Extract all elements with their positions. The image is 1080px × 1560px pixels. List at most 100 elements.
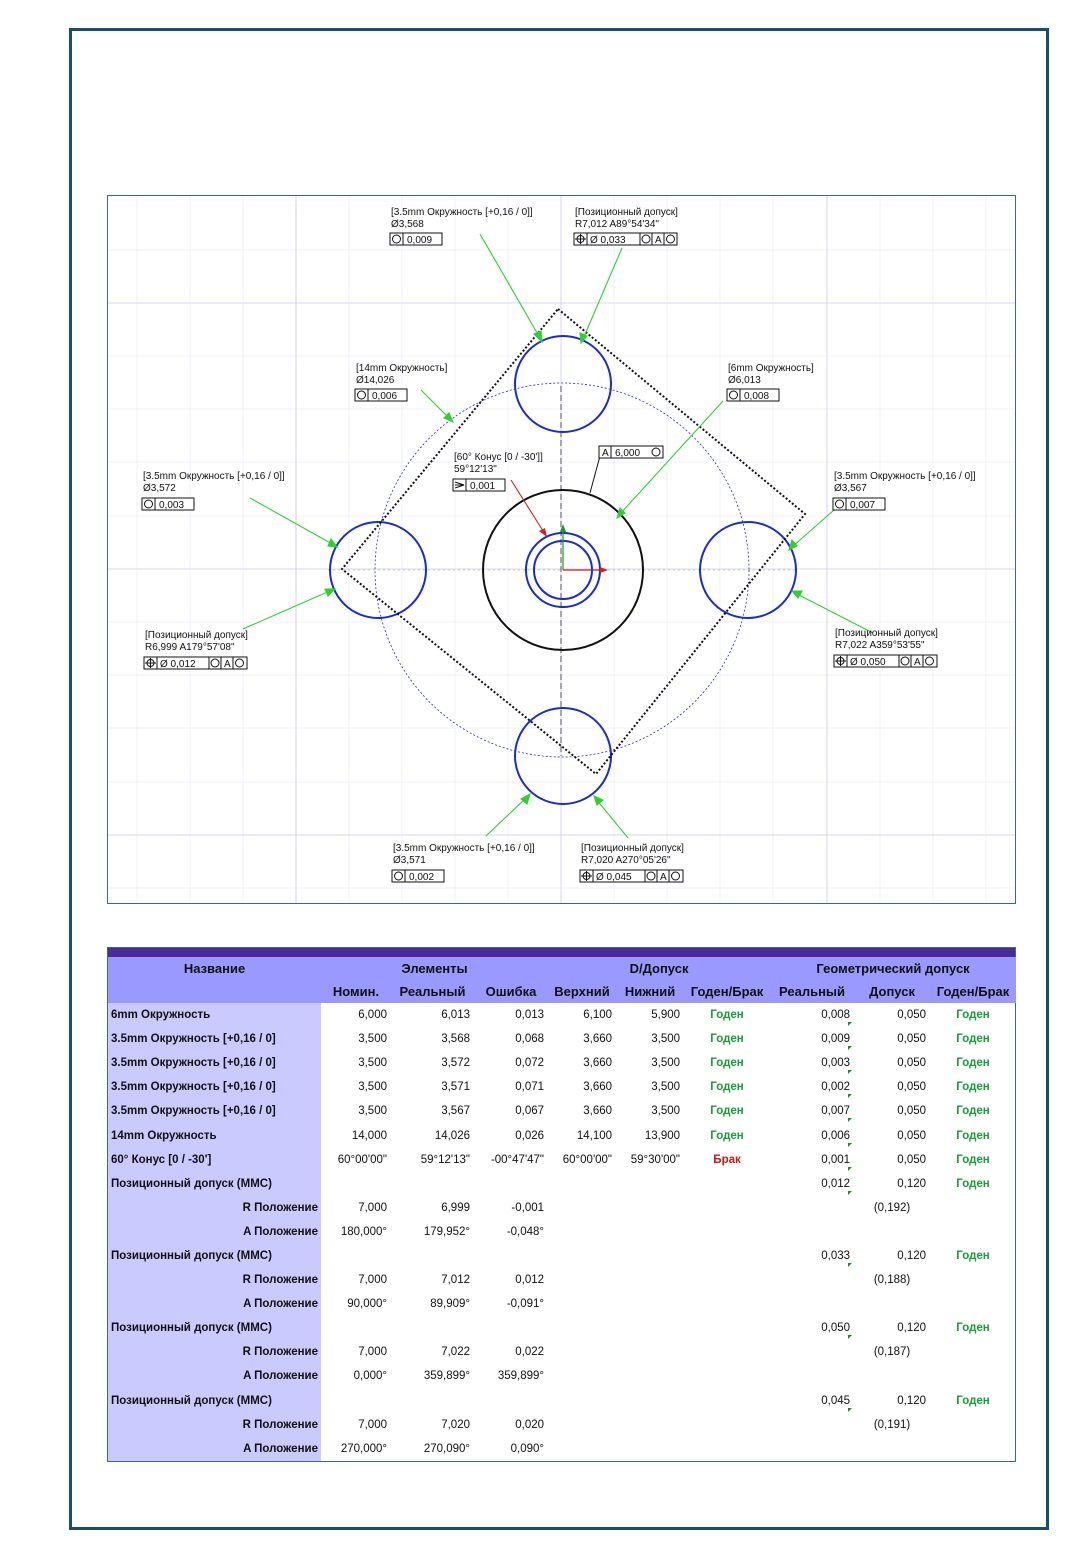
cell-nom: 3,500 xyxy=(358,1081,387,1094)
cell-nom xyxy=(321,1389,391,1413)
cell-up xyxy=(548,1292,616,1316)
fcf-c14: 0,006 xyxy=(354,388,408,402)
row-name: 3.5mm Окружность [+0,16 / 0] xyxy=(108,1099,321,1124)
cell-gst xyxy=(930,1340,1016,1364)
cell-low xyxy=(616,1196,684,1220)
cell-up xyxy=(548,1389,616,1413)
inspection-drawing: [3.5mm Окружность [+0,16 / 0]] Ø3,568 0,… xyxy=(107,195,1016,904)
annot-right-circle-title: [3.5mm Окружность [+0,16 / 0]] xyxy=(834,471,976,482)
fcf-right-circle: 0,007 xyxy=(832,497,886,511)
row-name: 60° Конус [0 / -30'] xyxy=(108,1147,321,1172)
fcf-top-circle: 0,009 xyxy=(389,232,443,246)
cell-gtol: 0,050 xyxy=(897,1153,927,1166)
row-name: 3.5mm Окружность [+0,16 / 0] xyxy=(108,1075,321,1100)
row-name: A Положение xyxy=(108,1364,321,1389)
cell-st xyxy=(684,1340,770,1364)
cell-up: 60°00'00" xyxy=(562,1153,613,1166)
cell-gst: Годен xyxy=(956,1129,990,1142)
fcf-right-pos: Ø 0,050 A xyxy=(833,654,938,668)
cell-st xyxy=(684,1364,770,1388)
cell-gtol xyxy=(854,1220,930,1244)
fcf-c6-value: 0,008 xyxy=(744,391,769,402)
cell-gtol xyxy=(854,1364,930,1388)
cell-real: 7,012 xyxy=(441,1274,470,1287)
annot-cone-value: 59°12'13" xyxy=(454,464,497,475)
cell-real: 3,571 xyxy=(441,1081,470,1094)
fcf-right-circle-value: 0,007 xyxy=(850,500,875,511)
cell-real: 270,090° xyxy=(423,1442,470,1455)
cell-gtol: (0,191) xyxy=(873,1418,911,1431)
cell-nom: 14,000 xyxy=(351,1129,387,1142)
cell-nom: 6,000 xyxy=(358,1009,387,1022)
cell-err: -0,001 xyxy=(511,1201,545,1214)
cell-low xyxy=(616,1364,684,1388)
cell-greal xyxy=(770,1196,854,1220)
fcf-c6: 0,008 xyxy=(726,388,780,402)
row-name: A Положение xyxy=(108,1292,321,1317)
annot-bottom-pos-value: R7,020 A270°05'26" xyxy=(581,855,671,866)
col-geo-tolerance: Допуск xyxy=(854,980,931,1003)
cell-real xyxy=(391,1389,474,1413)
cell-low: 59°30'00" xyxy=(630,1153,681,1166)
cell-greal: 0,009 xyxy=(770,1027,854,1051)
row-name: R Положение xyxy=(108,1195,321,1220)
drawing-canvas: [3.5mm Окружность [+0,16 / 0]] Ø3,568 0,… xyxy=(108,196,1015,903)
table-row: R Положение 7,000 7,020 0,020 (0,191) xyxy=(108,1412,1016,1437)
cell-greal: 0,007 xyxy=(770,1099,854,1123)
cell-err: 0,026 xyxy=(515,1129,545,1142)
cell-greal xyxy=(770,1292,854,1316)
cell-low xyxy=(616,1172,684,1196)
cell-low: 3,500 xyxy=(651,1057,681,1070)
cell-nom: 7,000 xyxy=(358,1346,387,1359)
report-table: Название Элементы D/Допуск Геометрически… xyxy=(108,957,1017,1461)
header-geometric-tolerance: Геометрический допуск xyxy=(770,957,1017,980)
cell-nom: 60°00'00" xyxy=(337,1153,387,1166)
cell-gtol: 0,120 xyxy=(897,1177,927,1190)
cell-low xyxy=(616,1244,684,1268)
header-d-tolerance: D/Допуск xyxy=(548,957,771,980)
cell-up xyxy=(548,1196,616,1220)
col-error: Ошибка xyxy=(474,980,549,1003)
cell-st xyxy=(684,1244,770,1268)
cell-err xyxy=(474,1172,548,1196)
cell-gst xyxy=(930,1196,1016,1220)
cell-up: 3,660 xyxy=(583,1105,613,1118)
cell-st: Годен xyxy=(710,1081,744,1094)
row-name: Позиционный допуск (MMC) xyxy=(108,1316,321,1341)
cell-st xyxy=(684,1437,770,1461)
table-row: A Положение 90,000° 89,909° -0,091° xyxy=(108,1292,1016,1317)
cell-st xyxy=(684,1316,770,1340)
col-geo-actual: Реальный xyxy=(770,980,855,1003)
cell-up xyxy=(548,1340,616,1364)
row-name: 6mm Окружность xyxy=(108,1003,321,1028)
cell-st: Годен xyxy=(710,1129,744,1142)
cell-gst: Годен xyxy=(956,1033,990,1046)
cell-greal xyxy=(770,1268,854,1292)
cell-gtol: 0,050 xyxy=(897,1105,927,1118)
cell-err: 0,072 xyxy=(515,1057,545,1070)
cell-up: 14,100 xyxy=(576,1129,613,1142)
cell-greal: 0,008 xyxy=(770,1003,854,1027)
cell-real: 7,020 xyxy=(441,1418,470,1431)
annot-left-pos-value: R6,999 A179°57'08" xyxy=(145,642,235,653)
table-row: 3.5mm Окружность [+0,16 / 0] 3,500 3,571 0,… xyxy=(108,1075,1016,1100)
fcf-bottom-pos-ref: A xyxy=(660,872,667,883)
table-row: A Положение 0,000° 359,899° 359,899° xyxy=(108,1364,1016,1389)
cell-gst: Годен xyxy=(956,1394,990,1407)
cell-real xyxy=(391,1244,474,1268)
cell-low: 3,500 xyxy=(651,1033,681,1046)
datum-letter: A xyxy=(602,448,609,459)
cell-low xyxy=(616,1268,684,1292)
cell-gst: Годен xyxy=(956,1153,990,1166)
annot-right-pos-title: [Позиционный допуск] xyxy=(835,628,938,639)
fcf-right-pos-ref: A xyxy=(914,657,921,668)
annot-bottom-pos-title: [Позиционный допуск] xyxy=(581,843,684,854)
cell-nom: 270,000° xyxy=(340,1442,387,1455)
annot-left-pos-title: [Позиционный допуск] xyxy=(145,630,248,641)
table-row: 3.5mm Окружность [+0,16 / 0] 3,500 3,572 0,… xyxy=(108,1051,1016,1076)
cell-up xyxy=(548,1220,616,1244)
cell-low: 3,500 xyxy=(651,1105,681,1118)
table-row: A Положение 180,000° 179,952° -0,048° xyxy=(108,1219,1016,1244)
cell-real: 3,568 xyxy=(441,1033,470,1046)
cell-gst xyxy=(930,1364,1016,1388)
